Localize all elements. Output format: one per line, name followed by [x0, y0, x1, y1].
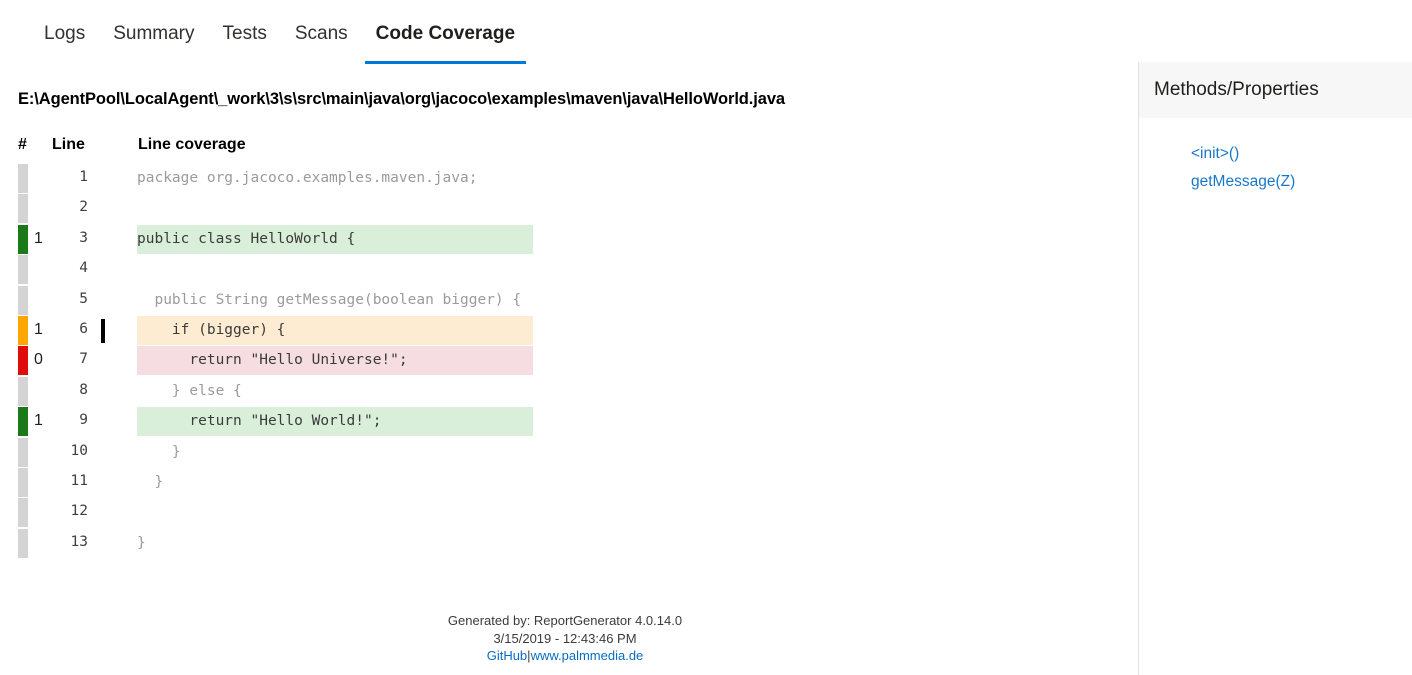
source-code-text: package org.jacoco.examples.maven.java; [137, 170, 478, 186]
coverage-indicator-bar [18, 285, 28, 315]
code-line-row: 4 [0, 255, 1130, 285]
tab-bar: Logs Summary Tests Scans Code Coverage [0, 0, 1412, 64]
coverage-indicator-bar [18, 407, 28, 437]
active-tab-underline [364, 61, 527, 64]
footer-links: GitHub|www.palmmedia.de [0, 647, 1130, 665]
line-number: 4 [79, 260, 88, 277]
branch-coverage-tick [101, 318, 105, 343]
line-number: 5 [79, 290, 88, 307]
source-code-text: return "Hello Universe!"; [137, 346, 533, 376]
column-header-line-coverage: Line coverage [138, 136, 246, 153]
tab-tests[interactable]: Tests [209, 0, 281, 46]
line-number: 6 [79, 320, 88, 337]
code-line-row: 13} [0, 528, 1130, 559]
source-code-text: } [137, 534, 146, 551]
coverage-indicator-bar [18, 224, 28, 254]
coverage-indicator-bar [18, 467, 28, 497]
source-code-text: return "Hello World!"; [137, 407, 533, 437]
code-coverage-page: Logs Summary Tests Scans Code Coverage E:\Ag… [0, 0, 1412, 675]
line-number: 1 [79, 169, 88, 185]
source-code-text [137, 255, 533, 284]
line-number: 7 [79, 351, 88, 368]
line-number: 11 [70, 472, 88, 489]
coverage-indicator-bar [18, 255, 28, 285]
code-line-row: 1 package org.jacoco.examples.maven.java; [0, 164, 1130, 194]
method-link[interactable]: <init>() [1191, 140, 1412, 168]
coverage-indicator-bar [18, 376, 28, 406]
tab-scans[interactable]: Scans [281, 0, 362, 46]
sidebar-links-list: <init>() getMessage(Z) [1139, 118, 1412, 196]
footer-timestamp: 3/15/2019 - 12:43:46 PM [493, 630, 637, 646]
source-code-text: } [137, 473, 164, 490]
code-line-row: 1 3 public class HelloWorld { [0, 224, 1130, 255]
tab-label: Logs [44, 23, 86, 44]
methods-properties-panel: Methods/Properties <init>() getMessage(Z) [1138, 62, 1412, 675]
footer-generated-by: Generated by: ReportGenerator 4.0.14.0 [447, 613, 683, 628]
tab-label: Summary [113, 23, 195, 44]
line-number: 9 [79, 412, 88, 429]
code-line-row: 2 [0, 194, 1130, 224]
code-line-row: 8 } else { [0, 376, 1130, 407]
source-code-text: public class HelloWorld { [137, 224, 533, 254]
sidebar-title: Methods/Properties [1139, 62, 1412, 118]
palmmedia-link[interactable]: www.palmmedia.de [531, 648, 644, 663]
code-line-row: 16 if (bigger) { [0, 315, 1130, 346]
code-rows-container: 1 package org.jacoco.examples.maven.java;… [0, 164, 1130, 559]
github-link[interactable]: GitHub [487, 648, 527, 663]
source-code-text: } else { [137, 382, 242, 399]
line-number: 10 [70, 442, 88, 459]
line-number: 8 [79, 381, 88, 398]
report-footer: Generated by: ReportGenerator 4.0.14.0 3… [0, 612, 1130, 665]
tab-label: Tests [222, 23, 267, 44]
line-number: 12 [70, 503, 88, 520]
tab-summary[interactable]: Summary [99, 0, 208, 46]
source-code-text [137, 498, 533, 527]
column-header-line: Line [52, 136, 85, 153]
code-line-row: 11 } [0, 467, 1130, 498]
column-header-hits: # [18, 136, 27, 153]
coverage-indicator-bar [18, 315, 28, 345]
source-code-text: } [137, 443, 181, 460]
line-number: 2 [79, 199, 88, 216]
code-line-row: 10 } [0, 437, 1130, 468]
code-line-row: 19 return "Hello World!"; [0, 407, 1130, 437]
code-coverage-table: # Line Line coverage 1 package org.jacoco… [0, 136, 1130, 559]
line-number: 3 [79, 229, 88, 246]
code-line-row: 12 [0, 498, 1130, 528]
source-code-text: public String getMessage(boolean bigger)… [137, 291, 522, 308]
code-line-row: 07 return "Hello Universe!"; [0, 346, 1130, 376]
tab-label: Scans [294, 23, 348, 44]
coverage-indicator-bar [18, 437, 28, 467]
coverage-indicator-bar [18, 498, 28, 528]
source-code-text [137, 194, 533, 223]
file-path-title: E:\AgentPool\LocalAgent\_work\3\s\src\ma… [18, 90, 785, 108]
code-line-row: 5 public String getMessage(boolean bigge… [0, 285, 1130, 316]
tab-logs[interactable]: Logs [30, 0, 99, 46]
table-header-row: # Line Line coverage [0, 136, 1130, 164]
tab-code-coverage[interactable]: Code Coverage [362, 0, 529, 64]
coverage-indicator-bar [18, 194, 28, 224]
source-code-text: if (bigger) { [137, 315, 533, 345]
tab-label: Code Coverage [375, 23, 516, 44]
coverage-indicator-bar [18, 528, 28, 558]
method-link[interactable]: getMessage(Z) [1191, 168, 1412, 196]
line-number: 13 [70, 533, 88, 550]
coverage-indicator-bar [18, 346, 28, 376]
coverage-indicator-bar [18, 164, 28, 193]
